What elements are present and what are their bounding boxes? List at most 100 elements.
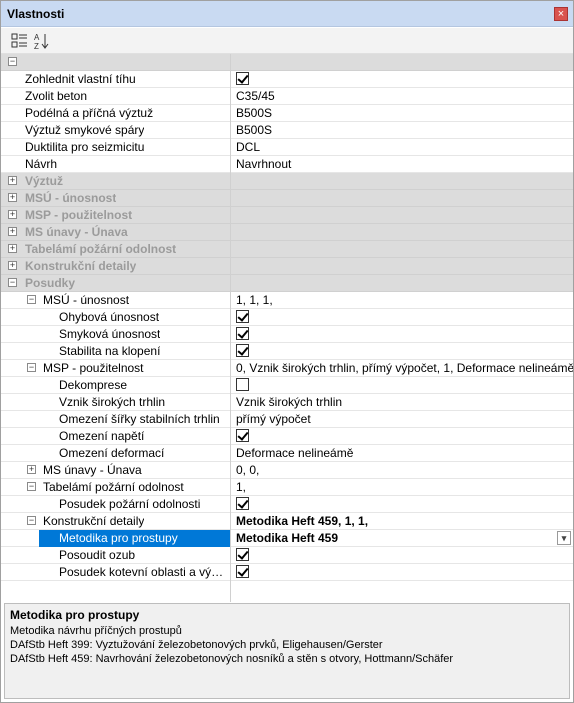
category-row-ms-unavy[interactable]: + MS únavy - Únava [1,224,573,241]
property-value[interactable]: B500S [230,122,573,139]
checkbox[interactable] [236,327,249,340]
categorized-icon[interactable] [11,32,29,50]
property-row[interactable]: Výztuž smykové spáry B500S [1,122,573,139]
checkbox[interactable] [236,565,249,578]
category-row-msp[interactable]: + MSP - použitelnost [1,207,573,224]
properties-window: Vlastnosti × A Z − Zohlednit vlastní tíh… [0,0,574,703]
category-row-detaily[interactable]: + Konstrukční detaily [1,258,573,275]
property-value[interactable]: Deformace nelineámě [230,445,573,462]
property-row[interactable]: Zvolit beton C35/45 [1,88,573,105]
property-value[interactable]: DCL [230,139,573,156]
property-row[interactable]: Smyková únosnost [1,326,573,343]
checkbox[interactable] [236,378,249,391]
property-row[interactable]: Dekomprese [1,377,573,394]
property-value[interactable] [230,71,573,88]
property-row[interactable]: − Konstrukční detaily Metodika Heft 459,… [1,513,573,530]
property-value[interactable] [230,564,573,581]
method-dropdown[interactable]: Metodika Heft 459 ▾ [230,530,573,547]
property-label: Konstrukční detaily [43,514,145,528]
property-value[interactable] [230,428,573,445]
property-row[interactable]: Posoudit ozub [1,547,573,564]
column-divider[interactable] [230,54,231,602]
property-row-selected[interactable]: Metodika pro prostupy Metodika Heft 459 … [1,530,573,547]
collapse-icon[interactable]: − [27,516,36,525]
category-label: Posudky [25,276,76,290]
expand-icon[interactable]: + [27,465,36,474]
checkbox[interactable] [236,72,249,85]
property-value[interactable]: B500S [230,105,573,122]
checkbox[interactable] [236,344,249,357]
property-value[interactable] [230,496,573,513]
property-row[interactable]: Omezení napětí [1,428,573,445]
property-row[interactable]: + MS únavy - Únava 0, 0, [1,462,573,479]
expand-icon[interactable]: + [8,176,17,185]
property-value[interactable]: Metodika Heft 459, 1, 1, [230,513,573,530]
property-value[interactable]: Navrhnout [230,156,573,173]
property-row[interactable]: − MSÚ - únosnost 1, 1, 1, [1,292,573,309]
collapse-icon[interactable]: − [27,482,36,491]
property-label: MSP - použitelnost [43,361,144,375]
property-label: Návrh [25,157,58,171]
category-row-posudky[interactable]: − Posudky [1,275,573,292]
property-label: MS únavy - Únava [43,463,142,477]
expand-icon[interactable]: + [8,193,17,202]
description-title: Metodika pro prostupy [10,608,140,622]
chevron-down-icon[interactable]: ▾ [557,531,571,545]
property-label: Metodika pro prostupy [39,530,230,547]
property-row[interactable]: Posudek požární odolnosti [1,496,573,513]
property-value[interactable] [230,343,573,360]
titlebar: Vlastnosti × [1,1,573,27]
property-label: Omezení deformací [59,446,165,460]
property-row[interactable]: − MSP - použitelnost 0, Vznik širokých t… [1,360,573,377]
checkbox[interactable] [236,310,249,323]
checkbox[interactable] [236,497,249,510]
property-value[interactable]: C35/45 [230,88,573,105]
dropdown-value: Metodika Heft 459 [236,531,339,545]
property-value[interactable] [230,547,573,564]
sort-az-icon[interactable]: A Z [33,32,51,51]
category-row-pozarni[interactable]: + Tabelámí požární odolnost [1,241,573,258]
close-button[interactable]: × [554,7,568,21]
property-label: Podélná a příčná výztuž [25,106,154,120]
collapse-icon[interactable]: − [8,278,17,287]
expand-icon[interactable]: + [8,261,17,270]
property-value[interactable]: 1, 1, 1, [230,292,573,309]
property-row[interactable]: Zohlednit vlastní tíhu [1,71,573,88]
property-value[interactable]: Vznik širokých trhlin [230,394,573,411]
property-value[interactable]: přímý výpočet [230,411,573,428]
checkbox[interactable] [236,429,249,442]
category-row-vyztuz[interactable]: + Výztuž [1,173,573,190]
property-row[interactable]: Omezení deformací Deformace nelineámě [1,445,573,462]
property-row[interactable]: Návrh Navrhnout [1,156,573,173]
property-row[interactable]: Podélná a příčná výztuž B500S [1,105,573,122]
property-row[interactable]: Duktilita pro seizmicitu DCL [1,139,573,156]
expand-icon[interactable]: + [8,210,17,219]
property-label: Ohybová únosnost [59,310,160,324]
expand-icon[interactable]: + [8,244,17,253]
category-row-general[interactable]: − [1,54,573,71]
collapse-icon[interactable]: − [27,295,36,304]
collapse-icon[interactable]: − [8,57,17,66]
property-label: Stabilita na klopení [59,344,161,358]
checkbox[interactable] [236,548,249,561]
category-row-msu[interactable]: + MSÚ - únosnost [1,190,573,207]
property-value[interactable]: 0, 0, [230,462,573,479]
property-label: MSÚ - únosnost [43,293,130,307]
property-value[interactable]: 1, [230,479,573,496]
svg-text:A: A [34,33,40,42]
collapse-icon[interactable]: − [27,363,36,372]
property-value[interactable] [230,309,573,326]
property-value[interactable] [230,377,573,394]
property-row[interactable]: Posudek kotevní oblasti a výztuž... [1,564,573,581]
property-row[interactable]: − Tabelámí požární odolnost 1, [1,479,573,496]
property-value[interactable]: 0, Vznik širokých trhlin, přímý výpočet,… [230,360,573,377]
property-row[interactable]: Vznik širokých trhlin Vznik širokých trh… [1,394,573,411]
property-label: Tabelámí požární odolnost [43,480,184,494]
property-row[interactable]: Ohybová únosnost [1,309,573,326]
expand-icon[interactable]: + [8,227,17,236]
category-label: Výztuž [25,174,64,188]
property-row[interactable]: Stabilita na klopení [1,343,573,360]
property-value[interactable] [230,326,573,343]
property-label: Posoudit ozub [59,548,136,562]
property-row[interactable]: Omezení šířky stabilních trhlin přímý vý… [1,411,573,428]
